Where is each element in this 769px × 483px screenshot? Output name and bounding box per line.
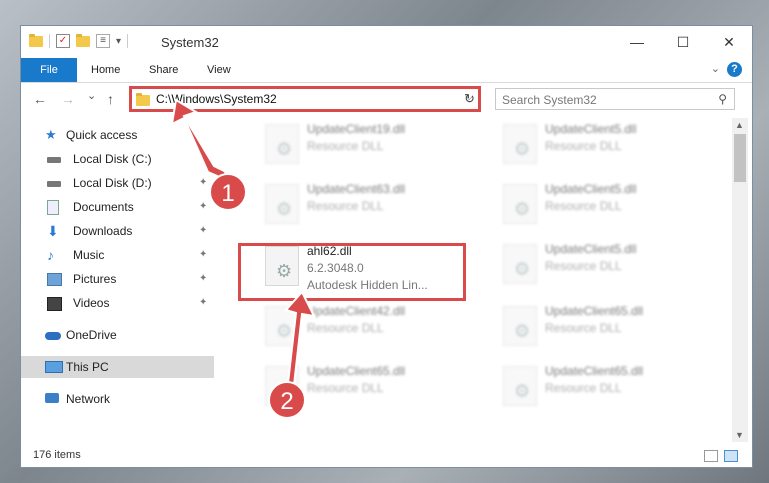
arrow-to-file [279,290,316,386]
annotation-arrows [170,98,316,386]
callout-step-1: 1 [209,173,247,211]
arrow-to-address-bar [170,98,228,180]
callout-step-2: 2 [268,381,306,419]
